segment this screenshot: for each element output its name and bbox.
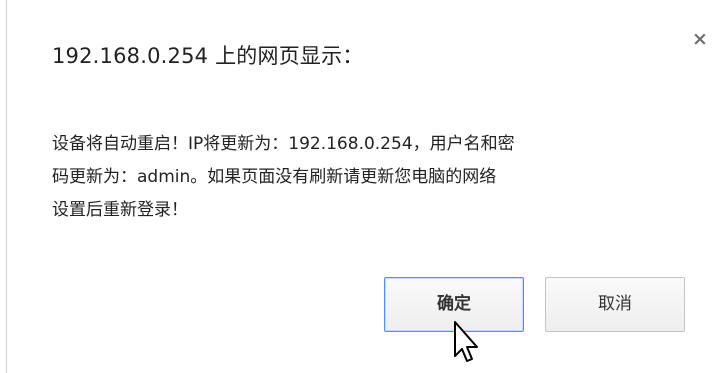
dialog-border — [6, 0, 7, 373]
cancel-button[interactable]: 取消 — [545, 277, 685, 332]
dialog-message: 设备将自动重启！IP将更新为：192.168.0.254，用户名和密 码更新为：… — [52, 128, 697, 227]
close-icon[interactable]: × — [690, 29, 710, 49]
dialog-title: 192.168.0.254 上的网页显示： — [52, 44, 364, 68]
message-line: 设置后重新登录！ — [52, 200, 188, 220]
alert-dialog: 192.168.0.254 上的网页显示： × 设备将自动重启！IP将更新为：1… — [0, 0, 720, 373]
message-line: 设备将自动重启！IP将更新为：192.168.0.254，用户名和密 — [52, 134, 515, 154]
mouse-pointer-icon — [454, 321, 478, 362]
message-line: 码更新为：admin。如果页面没有刷新请更新您电脑的网络 — [52, 167, 497, 187]
